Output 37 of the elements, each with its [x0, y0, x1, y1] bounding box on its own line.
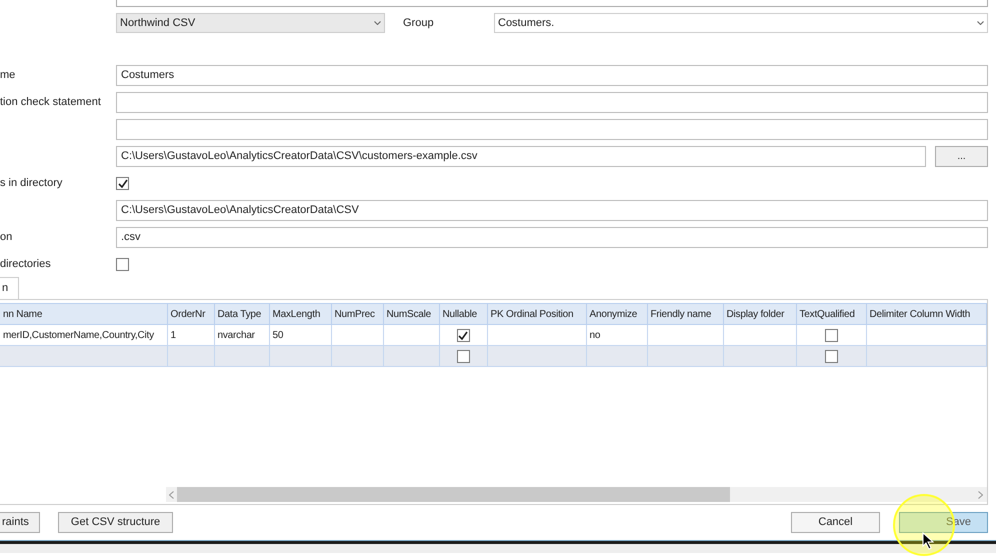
checked-checkbox[interactable] [116, 177, 129, 190]
table-row[interactable]: merID,CustomerName,Country,City 1 nvarchar 50 no [0, 324, 986, 346]
field-label: on [0, 231, 12, 244]
input-field[interactable] [116, 92, 988, 113]
cancel-button[interactable]: Cancel [791, 512, 880, 533]
column-header[interactable]: nn Name [0, 304, 167, 324]
input-field[interactable]: .csv [116, 227, 988, 248]
input-field[interactable]: Costumers [116, 65, 988, 86]
input-field[interactable] [116, 0, 988, 7]
browse-button[interactable]: ... [935, 146, 988, 167]
checkbox[interactable] [824, 350, 838, 362]
input-field[interactable]: C:\Users\GustavoLeo\AnalyticsCreatorData\CSV\customers-example.csv [116, 146, 926, 167]
scroll-right-icon[interactable] [978, 490, 983, 498]
group-dropdown[interactable]: Costumers. [494, 13, 988, 33]
cursor-icon [922, 532, 934, 550]
column-header[interactable]: PK Ordinal Position [487, 304, 586, 324]
checked-checkbox[interactable] [456, 328, 470, 342]
input-field[interactable] [116, 119, 988, 140]
tab[interactable]: n [0, 277, 20, 299]
horizontal-scrollbar[interactable] [166, 487, 987, 502]
footer-button[interactable]: raints [0, 512, 40, 533]
field-label: me [0, 69, 16, 82]
scroll-left-icon[interactable] [169, 490, 174, 498]
chevron-down-icon [374, 21, 381, 25]
connection-dropdown[interactable]: Northwind CSV [116, 13, 385, 33]
chevron-down-icon [977, 21, 984, 25]
checkbox[interactable] [824, 328, 838, 342]
scrollbar-thumb[interactable] [177, 487, 730, 502]
input-field[interactable]: C:\Users\GustavoLeo\AnalyticsCreatorData\CSV [116, 200, 988, 221]
field-label: s in directory [0, 177, 62, 190]
checkbox[interactable] [456, 350, 470, 362]
field-label: tion check statement [0, 96, 101, 108]
field-label: directories [0, 258, 51, 270]
checkbox[interactable] [116, 258, 129, 271]
column-header[interactable]: Delimiter Column Width [866, 304, 986, 324]
footer-button[interactable]: Get CSV structure [58, 512, 174, 533]
group-label: Group [403, 16, 435, 31]
